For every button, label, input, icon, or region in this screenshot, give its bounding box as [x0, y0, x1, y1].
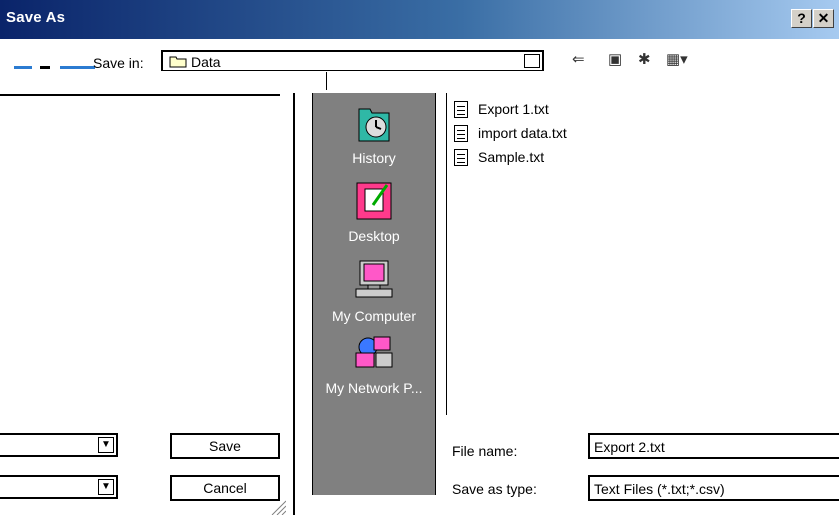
artifact: [40, 66, 50, 69]
network-places-icon: [355, 336, 393, 368]
text-file-icon: [454, 149, 468, 166]
chevron-down-icon[interactable]: [524, 54, 540, 68]
place-label: My Computer: [331, 308, 417, 324]
view-menu-icon[interactable]: ▦▾: [666, 50, 688, 68]
history-icon: [358, 108, 390, 142]
artifact: [14, 66, 32, 69]
place-desktop[interactable]: Desktop: [313, 181, 435, 244]
save-in-combo[interactable]: Data: [161, 50, 544, 72]
artifact: [60, 66, 95, 69]
save-in-label: Save in:: [93, 55, 144, 71]
my-computer-icon: [355, 260, 393, 298]
file-name: Export 1.txt: [478, 101, 549, 117]
resize-grip-icon[interactable]: [268, 498, 286, 515]
divider: [326, 72, 327, 90]
crop-mask: [0, 71, 839, 93]
file-name: import data.txt: [478, 125, 567, 141]
left-combo[interactable]: [0, 433, 118, 457]
close-button[interactable]: ✕: [813, 9, 834, 28]
text-file-icon: [454, 125, 468, 142]
place-history[interactable]: History: [313, 103, 435, 166]
divider: [293, 93, 295, 515]
new-folder-icon[interactable]: ✱: [638, 50, 651, 68]
file-name-label: File name:: [452, 443, 518, 459]
places-bar: History Desktop My Computer My Network P…: [312, 93, 436, 495]
place-label: My Network P...: [325, 380, 423, 396]
cancel-button[interactable]: Cancel: [170, 475, 280, 501]
up-folder-icon[interactable]: ▣: [608, 50, 622, 68]
toolbar-icons: ⇐ ▣ ✱ ▦▾: [568, 50, 728, 70]
window-title: Save As: [6, 9, 66, 26]
place-label: Desktop: [348, 228, 400, 244]
save-type-select[interactable]: Text Files (*.txt;*.csv): [588, 475, 839, 501]
chevron-down-icon[interactable]: [98, 437, 114, 453]
save-button[interactable]: Save: [170, 433, 280, 459]
place-my-computer[interactable]: My Computer: [313, 259, 435, 324]
place-network[interactable]: My Network P...: [313, 335, 435, 396]
desktop-icon: [356, 182, 392, 220]
title-bar[interactable]: Save As ? ✕: [0, 0, 839, 39]
help-button[interactable]: ?: [791, 9, 812, 28]
folder-icon: [169, 56, 187, 68]
file-list[interactable]: Export 1.txt import data.txt Sample.txt: [446, 93, 839, 415]
file-name: Sample.txt: [478, 149, 545, 165]
save-type-label: Save as type:: [452, 481, 537, 497]
back-arrow-icon[interactable]: ⇐: [572, 50, 585, 68]
left-combo[interactable]: [0, 475, 118, 499]
left-divider: [0, 94, 280, 96]
chevron-down-icon[interactable]: [98, 479, 114, 495]
save-in-value: Data: [191, 54, 221, 70]
place-label: History: [352, 150, 396, 166]
text-file-icon: [454, 101, 468, 118]
file-name-field[interactable]: Export 2.txt: [588, 433, 839, 459]
